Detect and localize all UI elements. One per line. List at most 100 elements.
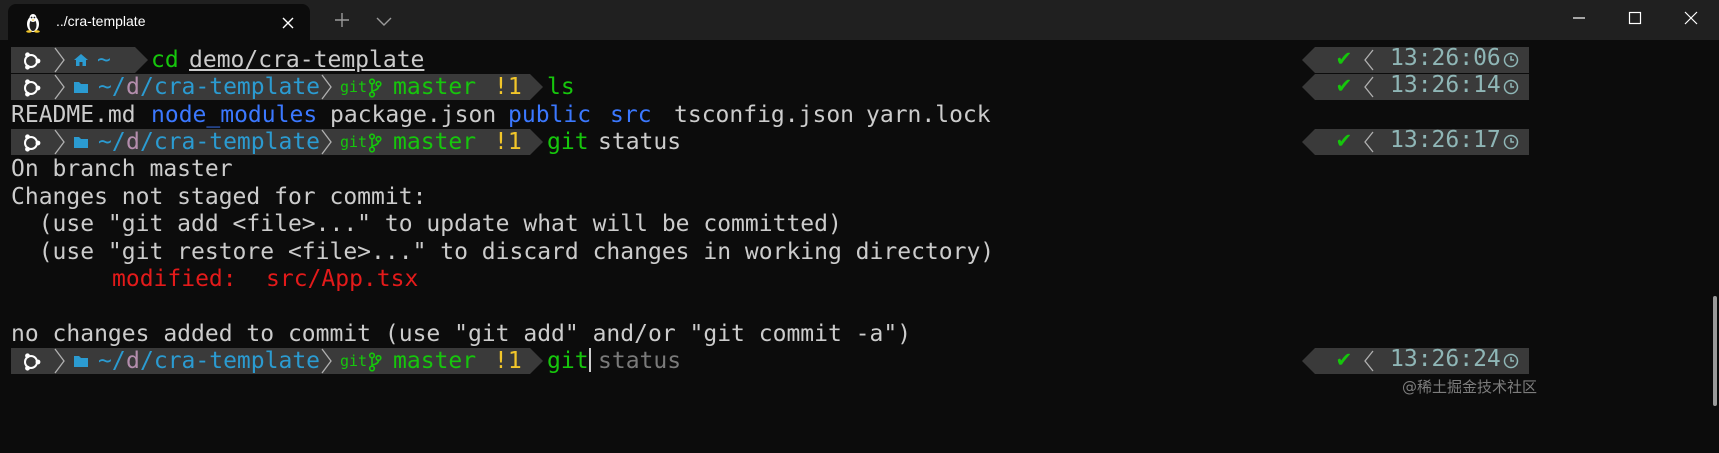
timestamp: 13:26:24 [1390, 346, 1501, 372]
git-label: git [340, 352, 368, 370]
branch-name: master [393, 348, 477, 374]
segment-separator-icon [320, 129, 332, 155]
file-entry: yarn.lock [866, 102, 991, 128]
title-bar: ../cra-template [0, 0, 1719, 40]
chevron-down-icon[interactable] [372, 12, 396, 30]
file-entry: package.json [330, 102, 497, 128]
status-segment: ✔ 13:26:06 [1302, 45, 1529, 73]
branch-status: !1 [494, 74, 522, 100]
output-line: (use "git add <file>..." to update what … [11, 211, 842, 237]
output-line: Changes not staged for commit: [11, 184, 427, 210]
success-check-icon: ✔ [1337, 45, 1351, 71]
ubuntu-logo-icon [24, 353, 41, 371]
path-tail: /cra-template [140, 348, 321, 374]
close-tab-icon[interactable] [280, 15, 296, 31]
path-prefix: ~/ [98, 129, 126, 155]
prompt-line-active: ~/ d /cra-template git master !1 git sta… [11, 346, 711, 376]
linux-penguin-icon [26, 14, 40, 33]
ubuntu-logo-icon [24, 79, 41, 97]
maximize-button[interactable] [1607, 0, 1663, 36]
folder-icon [74, 82, 88, 93]
segment-separator-icon [1364, 131, 1374, 153]
segment-separator-icon [320, 74, 332, 100]
branch-status: !1 [494, 348, 522, 374]
prompt-line: ~ cd demo/cra-template [11, 45, 431, 75]
command-name: cd [151, 47, 179, 73]
folder-icon [74, 356, 88, 367]
git-label: git [340, 78, 368, 96]
typed-command-text: git [547, 348, 589, 374]
scrollbar[interactable] [1713, 296, 1717, 406]
minimize-button[interactable] [1551, 0, 1607, 36]
modified-file-line: modified: src/App.tsx [11, 264, 611, 294]
file-entry: README.md [11, 102, 136, 128]
clock-icon [1503, 52, 1519, 68]
prompt-line: ~/ d /cra-template git master !1 [11, 127, 711, 157]
output-line: (use "git restore <file>..." to discard … [11, 239, 995, 265]
branch-icon [368, 133, 382, 153]
home-tilde: ~ [97, 47, 111, 73]
typed-command[interactable]: git [547, 346, 591, 376]
output-line: On branch master [11, 156, 233, 182]
autosuggestion: status [598, 348, 682, 374]
status-segment: ✔ 13:26:17 [1302, 127, 1529, 155]
prompt-end-arrow [530, 348, 543, 374]
branch-name: master [393, 129, 477, 155]
segment-separator-icon [53, 74, 65, 100]
segment-separator-icon [53, 129, 65, 155]
new-tab-plus-icon[interactable] [330, 10, 354, 30]
path-abbrev: d [126, 74, 140, 100]
branch-icon [368, 352, 382, 372]
folder-icon [74, 137, 88, 148]
prompt-os-segment [11, 74, 53, 100]
tab-title: ../cra-template [56, 13, 146, 29]
prompt-path-segment: ~/ d /cra-template [65, 348, 320, 374]
ls-output-line: README.md node_modules package.json publ… [11, 100, 1011, 130]
git-label: git [340, 133, 368, 151]
text-cursor [588, 348, 591, 372]
maximize-icon [1628, 11, 1642, 25]
clock-icon [1503, 79, 1519, 95]
segment-separator-icon [1364, 350, 1374, 372]
prompt-end-arrow [530, 74, 543, 100]
prompt-end-arrow [135, 47, 148, 73]
prompt-os-segment [11, 129, 53, 155]
branch-name: master [393, 74, 477, 100]
timestamp: 13:26:17 [1390, 127, 1501, 153]
path-tail: /cra-template [140, 129, 321, 155]
path-abbrev: d [126, 129, 140, 155]
prompt-path-segment: ~/ d /cra-template [65, 129, 320, 155]
dir-entry: node_modules [151, 102, 318, 128]
segment-separator-icon [1364, 49, 1374, 71]
ubuntu-logo-icon [24, 52, 41, 70]
dir-entry: public [508, 102, 592, 128]
close-window-button[interactable] [1663, 0, 1719, 36]
segment-separator-icon [320, 348, 332, 374]
tab-cra-template[interactable]: ../cra-template [8, 4, 310, 40]
watermark: @稀土掘金技术社区 [1402, 378, 1538, 396]
success-check-icon: ✔ [1337, 127, 1351, 153]
prompt-end-arrow [530, 129, 543, 155]
status-segment: ✔ 13:26:24 [1302, 346, 1529, 374]
timestamp: 13:26:06 [1390, 45, 1501, 71]
prompt-git-segment: git master !1 [332, 129, 530, 155]
prompt-os-segment [11, 348, 53, 374]
prompt-path-segment: ~/ d /cra-template [65, 74, 320, 100]
branch-icon [368, 78, 382, 98]
segment-separator-icon [53, 47, 65, 73]
prompt-git-segment: git master !1 [332, 74, 530, 100]
path-tail: /cra-template [140, 74, 321, 100]
status-segment: ✔ 13:26:14 [1302, 72, 1529, 100]
clock-icon [1503, 353, 1519, 369]
modified-file: src/App.tsx [266, 266, 419, 292]
home-icon [74, 54, 88, 66]
branch-status: !1 [494, 129, 522, 155]
success-check-icon: ✔ [1337, 72, 1351, 98]
path-prefix: ~/ [98, 74, 126, 100]
path-abbrev: d [126, 348, 140, 374]
segment-separator-icon [53, 348, 65, 374]
path-prefix: ~/ [98, 348, 126, 374]
output-line: no changes added to commit (use "git add… [11, 321, 912, 347]
modified-label: modified: [112, 266, 237, 292]
dir-entry: src [610, 102, 652, 128]
